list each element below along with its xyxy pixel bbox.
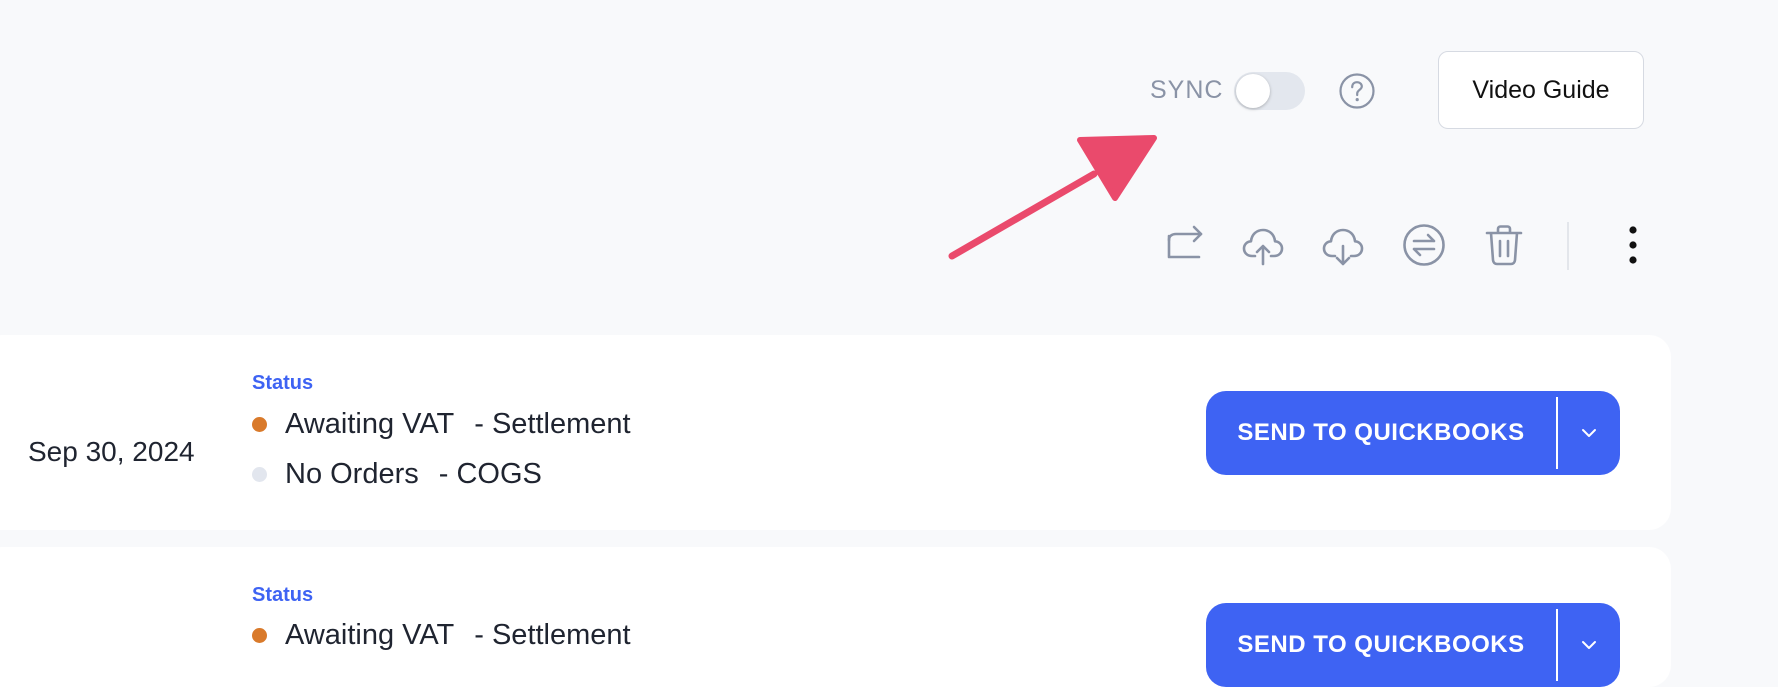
status-line: Awaiting VAT - Settlement xyxy=(252,619,631,652)
status-state: Awaiting VAT xyxy=(285,408,455,440)
toolbar-divider xyxy=(1567,222,1569,270)
question-circle-icon[interactable] xyxy=(1338,72,1376,110)
send-to-quickbooks-group: SEND TO QUICKBOOKS xyxy=(1206,603,1620,687)
cloud-download-icon[interactable] xyxy=(1320,222,1366,268)
status-dot-pending xyxy=(252,417,267,432)
status-separator: - xyxy=(474,619,492,651)
status-heading: Status xyxy=(252,584,314,606)
status-type: COGS xyxy=(456,458,542,490)
row-date: Sep 30, 2024 xyxy=(28,436,195,467)
status-type: Settlement xyxy=(491,619,631,651)
video-guide-button[interactable]: Video Guide xyxy=(1438,51,1644,129)
sync-label: SYNC xyxy=(1150,76,1224,104)
trash-icon[interactable] xyxy=(1481,222,1527,268)
status-line: Awaiting VAT - Settlement xyxy=(252,408,631,441)
status-state: No Orders xyxy=(285,458,419,490)
sync-toggle[interactable] xyxy=(1234,72,1305,110)
status-separator: - xyxy=(438,458,457,490)
send-options-dropdown[interactable] xyxy=(1558,603,1620,687)
send-to-quickbooks-group: SEND TO QUICKBOOKS xyxy=(1206,391,1620,475)
share-forward-icon[interactable] xyxy=(1162,222,1208,268)
status-heading: Status xyxy=(252,372,314,394)
send-to-quickbooks-button[interactable]: SEND TO QUICKBOOKS xyxy=(1206,603,1556,687)
status-line: No Orders - COGS xyxy=(252,458,542,491)
more-vertical-icon[interactable] xyxy=(1620,222,1646,268)
send-to-quickbooks-button[interactable]: SEND TO QUICKBOOKS xyxy=(1206,391,1556,475)
status-state: Awaiting VAT xyxy=(285,619,455,651)
cloud-upload-icon[interactable] xyxy=(1240,222,1286,268)
status-dot-pending xyxy=(252,628,267,643)
swap-circle-icon[interactable] xyxy=(1401,222,1447,268)
send-options-dropdown[interactable] xyxy=(1558,391,1620,475)
chevron-down-icon xyxy=(1582,641,1596,649)
status-separator: - xyxy=(474,408,492,440)
status-type: Settlement xyxy=(491,408,631,440)
status-dot-inactive xyxy=(252,467,267,482)
sync-toggle-knob xyxy=(1236,74,1270,108)
annotation-arrow xyxy=(948,135,1157,260)
chevron-down-icon xyxy=(1582,429,1596,437)
